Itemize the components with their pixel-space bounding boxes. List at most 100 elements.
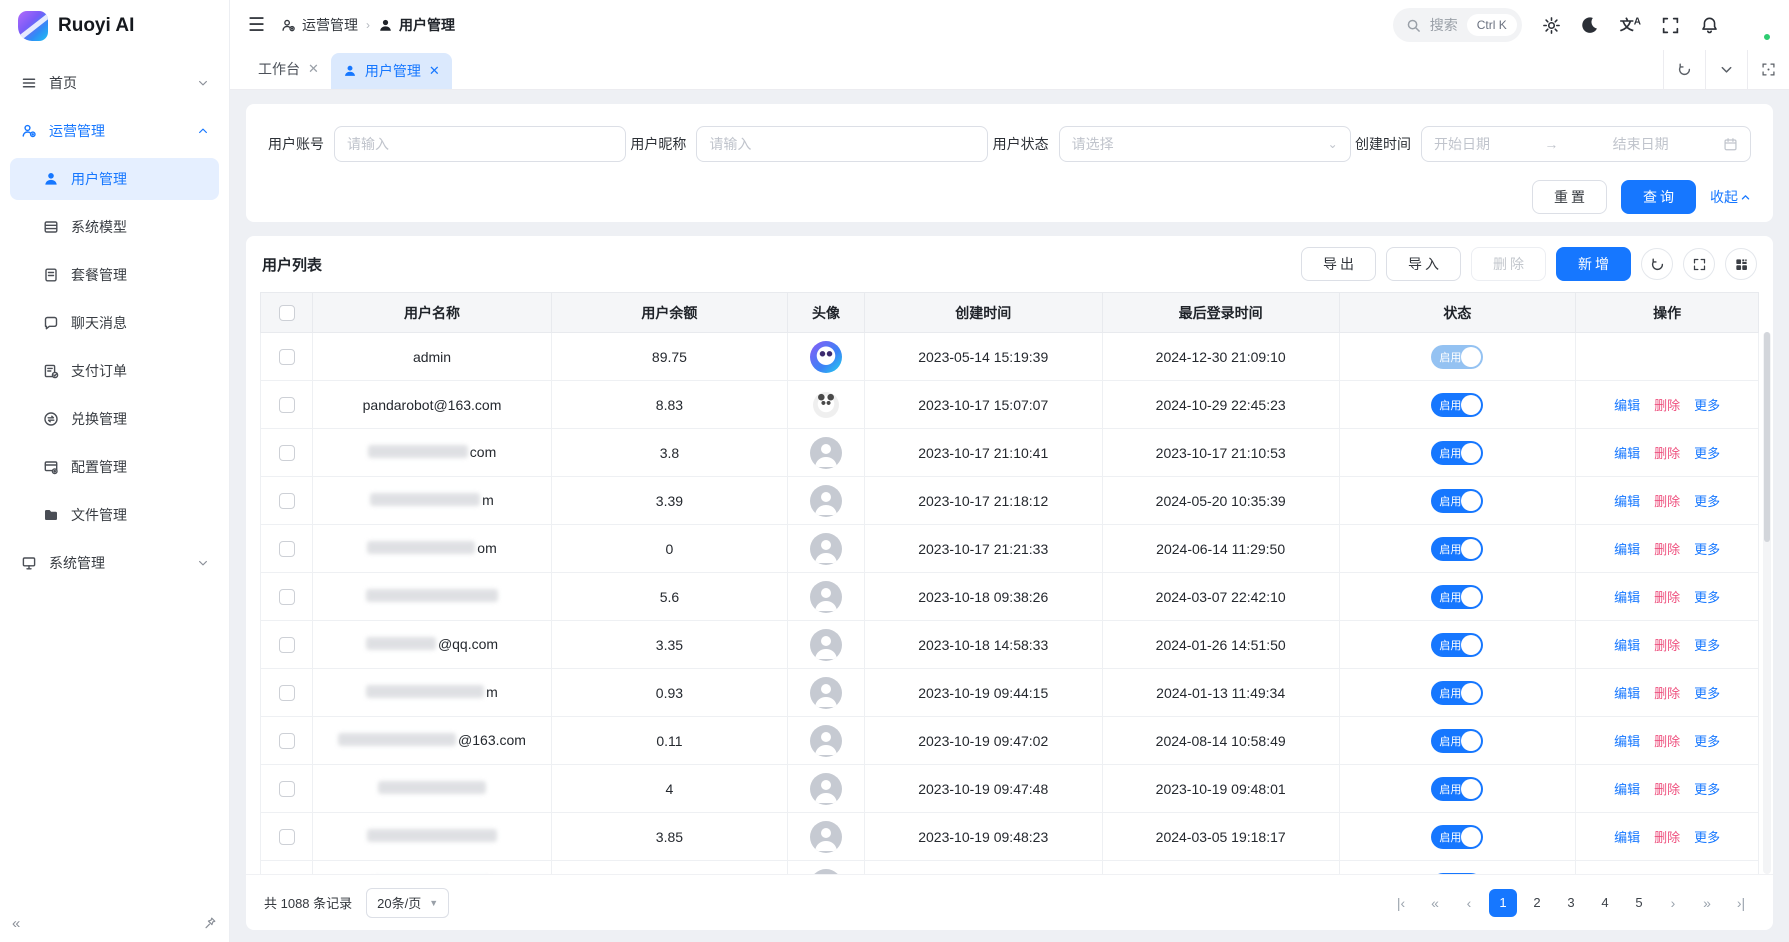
pin-icon[interactable] — [203, 916, 217, 930]
hamburger-menu-icon[interactable]: ☰ — [248, 14, 265, 37]
edit-link[interactable]: 编辑 — [1614, 494, 1640, 509]
more-link[interactable]: 更多 — [1694, 734, 1720, 749]
delete-link[interactable]: 删除 — [1654, 446, 1680, 461]
edit-link[interactable]: 编辑 — [1614, 446, 1640, 461]
notifications-bell-icon[interactable] — [1700, 16, 1719, 35]
export-button[interactable]: 导出 — [1301, 247, 1376, 281]
sidebar-item-model[interactable]: 系统模型 — [10, 206, 219, 248]
sidebar-item-config[interactable]: 配置管理 — [10, 446, 219, 488]
fullscreen-icon[interactable] — [1661, 16, 1680, 35]
content-fullscreen-icon[interactable] — [1747, 50, 1789, 89]
page-button-5[interactable]: 5 — [1625, 889, 1653, 917]
language-translate-icon[interactable]: 文A — [1620, 15, 1641, 35]
brand-logo[interactable]: Ruoyi AI — [0, 0, 229, 52]
more-link[interactable]: 更多 — [1694, 494, 1720, 509]
page-size-select[interactable]: 20条/页 ▼ — [366, 888, 449, 918]
vertical-scrollbar[interactable] — [1763, 332, 1771, 874]
delete-button[interactable]: 删除 — [1471, 247, 1546, 281]
delete-link[interactable]: 删除 — [1654, 590, 1680, 605]
search-button[interactable]: 查询 — [1621, 180, 1696, 214]
edit-link[interactable]: 编辑 — [1614, 638, 1640, 653]
more-link[interactable]: 更多 — [1694, 590, 1720, 605]
sidebar-item-exchange[interactable]: 兑换管理 — [10, 398, 219, 440]
user-status-select[interactable]: 请选择 ⌄ — [1059, 126, 1351, 162]
row-checkbox[interactable] — [279, 493, 295, 509]
refresh-icon[interactable] — [1663, 50, 1705, 89]
row-checkbox[interactable] — [279, 733, 295, 749]
row-checkbox[interactable] — [279, 637, 295, 653]
settings-gear-icon[interactable] — [1542, 16, 1561, 35]
more-link[interactable]: 更多 — [1694, 638, 1720, 653]
sidebar-section-operations[interactable]: 运营管理 — [10, 110, 219, 152]
status-toggle[interactable]: 启用 — [1431, 681, 1483, 705]
row-checkbox[interactable] — [279, 781, 295, 797]
row-checkbox[interactable] — [279, 589, 295, 605]
edit-link[interactable]: 编辑 — [1614, 686, 1640, 701]
add-button[interactable]: 新增 — [1556, 247, 1631, 281]
status-toggle[interactable]: 启用 — [1431, 489, 1483, 513]
delete-link[interactable]: 删除 — [1654, 542, 1680, 557]
select-all-checkbox[interactable] — [279, 305, 295, 321]
status-toggle[interactable]: 启用 — [1431, 873, 1483, 875]
delete-link[interactable]: 删除 — [1654, 686, 1680, 701]
user-nickname-input[interactable]: 请输入 — [696, 126, 988, 162]
more-link[interactable]: 更多 — [1694, 782, 1720, 797]
dark-mode-moon-icon[interactable] — [1581, 16, 1600, 35]
next-page-button[interactable]: › — [1659, 889, 1687, 917]
delete-link[interactable]: 删除 — [1654, 638, 1680, 653]
close-icon[interactable]: ✕ — [429, 63, 440, 79]
delete-link[interactable]: 删除 — [1654, 494, 1680, 509]
status-toggle[interactable]: 启用 — [1431, 729, 1483, 753]
edit-link[interactable]: 编辑 — [1614, 830, 1640, 845]
edit-link[interactable]: 编辑 — [1614, 590, 1640, 605]
prev-5-pages-button[interactable]: « — [1421, 889, 1449, 917]
edit-link[interactable]: 编辑 — [1614, 542, 1640, 557]
status-toggle[interactable]: 启用 — [1431, 777, 1483, 801]
last-page-button[interactable]: ›| — [1727, 889, 1755, 917]
sidebar-section-system[interactable]: 系统管理 — [10, 542, 219, 584]
status-toggle[interactable]: 启用 — [1431, 633, 1483, 657]
import-button[interactable]: 导入 — [1386, 247, 1461, 281]
collapse-sidebar-button[interactable]: « — [12, 915, 20, 932]
page-button-2[interactable]: 2 — [1523, 889, 1551, 917]
table-fullscreen-icon[interactable] — [1683, 248, 1715, 280]
row-checkbox[interactable] — [279, 445, 295, 461]
reset-button[interactable]: 重置 — [1532, 180, 1607, 214]
delete-link[interactable]: 删除 — [1654, 830, 1680, 845]
prev-page-button[interactable]: ‹ — [1455, 889, 1483, 917]
edit-link[interactable]: 编辑 — [1614, 782, 1640, 797]
column-settings-icon[interactable] — [1725, 248, 1757, 280]
page-button-3[interactable]: 3 — [1557, 889, 1585, 917]
delete-link[interactable]: 删除 — [1654, 734, 1680, 749]
tab-workbench[interactable]: 工作台 ✕ — [246, 49, 331, 89]
more-link[interactable]: 更多 — [1694, 542, 1720, 557]
breadcrumb-operations[interactable]: 运营管理 — [281, 15, 358, 35]
row-checkbox[interactable] — [279, 685, 295, 701]
edit-link[interactable]: 编辑 — [1614, 398, 1640, 413]
delete-link[interactable]: 删除 — [1654, 782, 1680, 797]
refresh-icon[interactable] — [1641, 248, 1673, 280]
sidebar-section-home[interactable]: 首页 — [10, 62, 219, 104]
status-toggle[interactable]: 启用 — [1431, 537, 1483, 561]
status-toggle[interactable]: 启用 — [1431, 585, 1483, 609]
row-checkbox[interactable] — [279, 397, 295, 413]
first-page-button[interactable]: |‹ — [1387, 889, 1415, 917]
sidebar-item-order[interactable]: 支付订单 — [10, 350, 219, 392]
collapse-filter-button[interactable]: 收起 — [1710, 187, 1751, 207]
more-link[interactable]: 更多 — [1694, 398, 1720, 413]
more-link[interactable]: 更多 — [1694, 830, 1720, 845]
row-checkbox[interactable] — [279, 349, 295, 365]
tab-user-management[interactable]: 用户管理 ✕ — [331, 53, 452, 89]
page-button-4[interactable]: 4 — [1591, 889, 1619, 917]
chevron-down-icon[interactable] — [1705, 50, 1747, 89]
sidebar-item-package[interactable]: 套餐管理 — [10, 254, 219, 296]
row-checkbox[interactable] — [279, 541, 295, 557]
row-checkbox[interactable] — [279, 829, 295, 845]
next-5-pages-button[interactable]: » — [1693, 889, 1721, 917]
global-search[interactable]: 搜索 Ctrl K — [1393, 8, 1522, 42]
close-icon[interactable]: ✕ — [308, 61, 319, 77]
status-toggle[interactable]: 启用 — [1431, 825, 1483, 849]
breadcrumb-user-management[interactable]: 用户管理 — [378, 15, 455, 35]
edit-link[interactable]: 编辑 — [1614, 734, 1640, 749]
user-account-input[interactable]: 请输入 — [334, 126, 626, 162]
